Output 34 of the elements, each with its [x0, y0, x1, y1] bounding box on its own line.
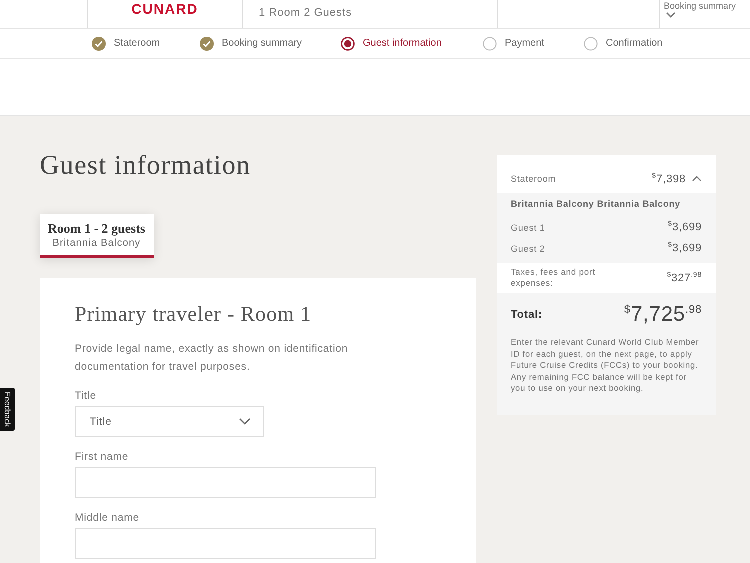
brand-logo[interactable]: CUNARD — [132, 1, 198, 17]
taxes-price: $^{$}$327$^{.98}$ — [667, 272, 702, 284]
booking-summary-link[interactable]: Booking summary — [664, 1, 736, 12]
field-label: Title — [75, 390, 98, 402]
field-label: First name — [75, 451, 130, 463]
feedback-tab[interactable]: Feedback — [0, 388, 15, 432]
chevron-down-icon[interactable] — [666, 12, 676, 19]
room-tab[interactable]: Room 1 - 2 guests Britannia Balcony — [40, 214, 154, 258]
room-name: Britannia Balcony Britannia Balcony — [510, 199, 682, 211]
chevron-up-icon[interactable] — [692, 176, 702, 182]
guest-label: Guest 1 — [511, 222, 546, 232]
guest-label: Guest 2 — [511, 244, 546, 254]
form-heading: Primary traveler - Room 1 — [75, 302, 313, 327]
chevron-down-icon — [239, 418, 251, 425]
step-label[interactable]: Guest information — [363, 38, 442, 49]
step-label[interactable]: Stateroom — [114, 38, 160, 49]
field-label: Middle name — [75, 512, 141, 524]
text-input-field[interactable] — [75, 467, 376, 498]
title-dropdown[interactable]: Title — [75, 406, 264, 437]
taxes-label: Taxes, fees and port expenses: — [511, 267, 597, 289]
credits-note: Enter the relevant Cunard World Club Member ID for each guest, on the next page, to apply Future Cruise Credits (FCCs) to your booking. Any remaining FCC balance will be kept for you to use on your next booking. — [511, 337, 700, 394]
party-summary: 1 Room 2 Guests — [259, 7, 352, 19]
summary-label: Stateroom — [511, 174, 556, 184]
step-label[interactable]: Confirmation — [606, 38, 663, 49]
step-label[interactable]: Payment — [505, 38, 544, 49]
form-instructions: Provide legal name, exactly as shown on identification documentation for travel purposes. — [75, 342, 350, 375]
text-input-field[interactable] — [75, 528, 376, 559]
guest-price: $^{$}$3,699 — [668, 221, 702, 234]
total-price: $^{$}$7,725$^{.98}$ — [624, 303, 702, 327]
guest-price: $^{$}$3,699 — [668, 242, 702, 255]
total-label: Total: — [511, 309, 543, 321]
stateroom-price: $^{$}$7,398 — [652, 172, 686, 186]
page-title: Guest information — [40, 150, 252, 180]
step-label[interactable]: Booking summary — [222, 38, 302, 49]
